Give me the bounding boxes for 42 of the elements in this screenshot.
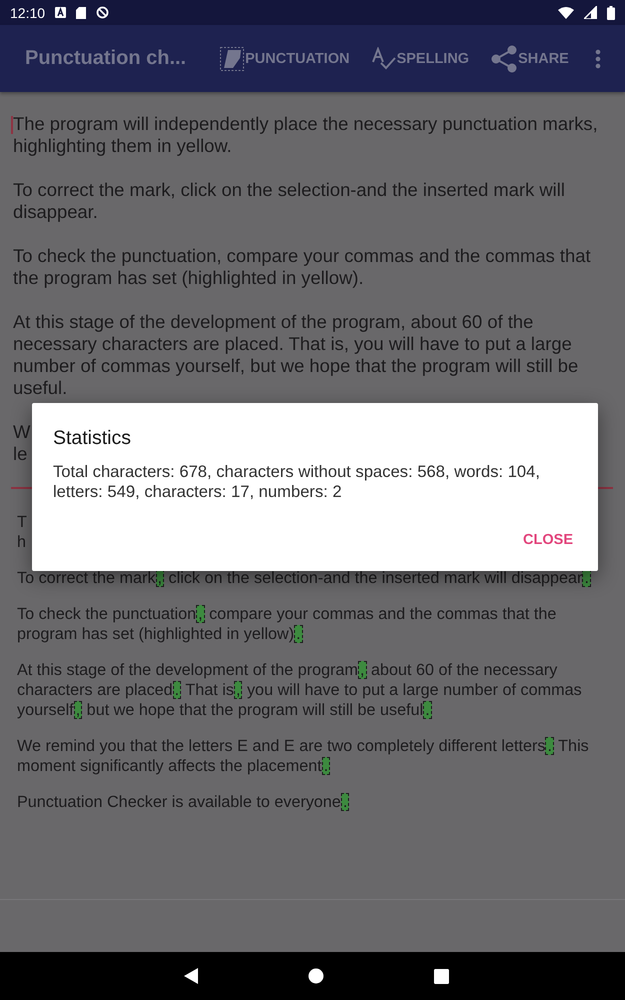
close-button[interactable]: CLOSE bbox=[523, 528, 573, 552]
paragraph: To check the punctuation, compare your commas and the commas that the program has set (highlighted in yellow). bbox=[17, 604, 558, 644]
data-saver-icon bbox=[96, 6, 110, 19]
paragraph: T h bbox=[17, 512, 27, 552]
paragraph: At this stage of the development of the program, about 60 of the necessary characters are placed. That is, you will have to put a large number of commas yourself, but we hope that the program will still be useful. bbox=[17, 660, 583, 720]
dialog-message: Total characters: 678, characters without spaces: 568, words: 104, letters: 549, characters: 17, numbers: 2 bbox=[53, 462, 542, 502]
inserted-mark[interactable]: , bbox=[234, 681, 242, 699]
inserted-mark[interactable]: . bbox=[545, 737, 554, 755]
paragraph: We remind you that the letters E and E are two completely different letters. This moment significantly affects the placement. bbox=[17, 736, 590, 776]
punctuation-icon bbox=[220, 46, 244, 70]
toolbar-button[interactable]: SHARE bbox=[491, 44, 569, 72]
inserted-mark[interactable]: , bbox=[358, 661, 367, 679]
text-cursor bbox=[11, 116, 12, 134]
inserted-mark[interactable]: . bbox=[423, 701, 432, 719]
battery-icon bbox=[607, 6, 615, 20]
signal-icon bbox=[584, 6, 597, 19]
more-icon bbox=[594, 48, 601, 68]
inserted-mark[interactable]: . bbox=[340, 793, 350, 811]
paragraph: Punctuation Checker is available to everyone. bbox=[17, 792, 350, 812]
paragraph: The program will independently place the necessary punctuation marks, highlighting them in yellow. bbox=[13, 113, 599, 157]
clock: 12:10 bbox=[10, 4, 46, 20]
inserted-mark[interactable]: , bbox=[74, 701, 82, 719]
toolbar-button[interactable]: PUNCTUATION bbox=[220, 46, 350, 70]
spell-check-icon bbox=[372, 46, 396, 70]
app-title: Punctuation ch... bbox=[25, 47, 186, 70]
sd-card-icon bbox=[76, 6, 86, 18]
inserted-mark[interactable]: , bbox=[196, 605, 205, 623]
font-icon bbox=[55, 7, 66, 18]
paragraph: To correct the mark, click on the selection-and the inserted mark will disappear. bbox=[13, 179, 566, 223]
inserted-mark[interactable]: . bbox=[294, 625, 303, 643]
inserted-mark[interactable]: . bbox=[322, 757, 330, 775]
back-icon[interactable] bbox=[184, 968, 198, 984]
dialog-title: Statistics bbox=[53, 427, 132, 450]
share-icon bbox=[491, 44, 518, 72]
recents-icon[interactable] bbox=[434, 968, 449, 984]
home-icon[interactable] bbox=[308, 968, 324, 984]
paragraph: At this stage of the development of the program, about 60 of the necessary characters are placed. That is, you will have to put a large number of commas yourself, but we hope that the program will still be useful. bbox=[13, 311, 580, 399]
inserted-mark[interactable]: . bbox=[172, 681, 182, 699]
paragraph: W le bbox=[13, 421, 30, 465]
toolbar-button[interactable]: SPELLING bbox=[372, 46, 470, 70]
wifi-icon bbox=[558, 6, 574, 18]
paragraph: To check the punctuation, compare your commas and the commas that the program has set (highlighted in yellow). bbox=[13, 245, 592, 289]
